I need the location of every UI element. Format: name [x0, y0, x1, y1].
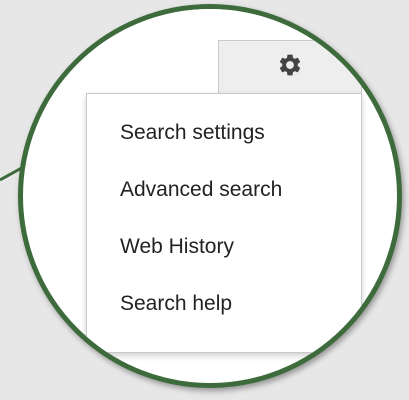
- menu-item-search-settings[interactable]: Search settings: [87, 104, 361, 161]
- gear-icon: [277, 52, 303, 83]
- magnifier-lens: Search settings Advanced search Web Hist…: [18, 4, 402, 388]
- menu-item-web-history[interactable]: Web History: [87, 218, 361, 275]
- settings-button[interactable]: [218, 40, 362, 94]
- lens-content: Search settings Advanced search Web Hist…: [23, 9, 397, 383]
- settings-dropdown-menu: Search settings Advanced search Web Hist…: [86, 93, 362, 353]
- menu-item-search-help[interactable]: Search help: [87, 275, 361, 332]
- menu-item-advanced-search[interactable]: Advanced search: [87, 161, 361, 218]
